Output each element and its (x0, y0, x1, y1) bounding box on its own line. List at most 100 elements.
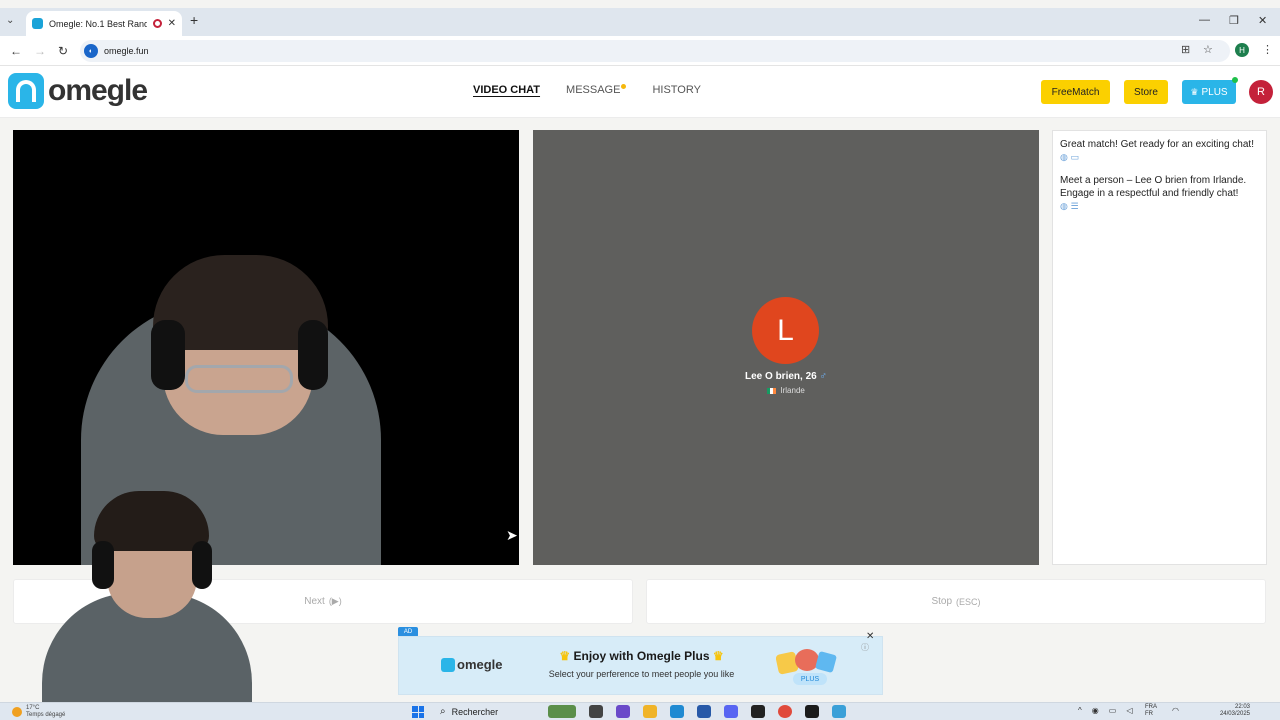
tab-search-icon[interactable]: ⌄ (6, 15, 14, 26)
forward-icon[interactable]: → (34, 44, 46, 58)
site-header: omegle VIDEO CHAT MESSAGE HISTORY FreeMa… (0, 66, 1280, 118)
tray-app-icon[interactable]: ◉ (1092, 706, 1099, 715)
globe-icon: ◍ (1060, 201, 1068, 211)
ad-illustration: PLUS (775, 649, 841, 685)
main-nav: VIDEO CHAT MESSAGE HISTORY (473, 84, 701, 96)
restore-icon[interactable]: ❐ (1229, 14, 1239, 27)
app-icon[interactable] (832, 705, 846, 718)
address-bar-row: ← → ↻ ◐ omegle.fun ⊞ ☆ H ⋮ (0, 36, 1280, 66)
store-button[interactable]: Store (1124, 80, 1168, 104)
remote-name-age: Lee O brien, 26 (745, 371, 817, 382)
minimize-icon[interactable]: — (1199, 14, 1210, 26)
task-view-icon[interactable] (589, 705, 603, 718)
headphone-left (151, 320, 185, 390)
url-text: omegle.fun (104, 46, 149, 56)
clock-date: 24/03/2025 (1219, 711, 1250, 717)
glasses (185, 365, 293, 393)
nav-video-chat[interactable]: VIDEO CHAT (473, 84, 540, 96)
webcam-overlay (32, 483, 262, 705)
remote-avatar: L (752, 297, 819, 364)
store-app-icon[interactable] (697, 705, 711, 718)
chat-message: Great match! Get ready for an exciting c… (1060, 138, 1259, 164)
message-notification-dot (621, 84, 627, 89)
browser-menu-icon[interactable]: ⋮ (1262, 43, 1273, 56)
close-window-icon[interactable]: ✕ (1258, 14, 1267, 27)
chat-message-text: Meet a person – Lee O brien from Irlande… (1060, 175, 1247, 199)
omegle-logo[interactable]: omegle (8, 73, 148, 109)
taskbar-clock[interactable]: 22:03 24/03/2025 (1210, 704, 1250, 718)
chrome-icon[interactable] (778, 705, 792, 718)
freematch-button[interactable]: FreeMatch (1041, 80, 1110, 104)
crown-icon: ♛ (559, 649, 571, 663)
bookmark-star-icon[interactable]: ☆ (1203, 43, 1213, 56)
taskbar-search-label: Rechercher (451, 706, 499, 717)
webcam-headphone-right (192, 541, 212, 589)
browser-tab[interactable]: Omegle: No.1 Best Random ✕ (26, 11, 182, 36)
next-label: Next (304, 596, 325, 607)
ad-banner[interactable]: omegle ♛ Enjoy with Omegle Plus ♛ Select… (398, 636, 883, 695)
lang-top: FRA (1145, 704, 1157, 710)
omegle-favicon-icon (32, 18, 43, 29)
volume-icon[interactable]: ◁ (1126, 706, 1132, 715)
globe-icon: ◍ (1060, 152, 1068, 162)
user-avatar[interactable]: R (1249, 80, 1273, 104)
browser-profile-icon[interactable]: H (1235, 43, 1249, 57)
webcam-person-hair (94, 491, 209, 551)
nav-message-item[interactable]: MESSAGE (566, 84, 627, 96)
tray-chevron-icon[interactable]: ^ (1078, 706, 1082, 715)
weather-widget[interactable]: 17°C Temps dégagé (12, 705, 65, 719)
ad-plus-tag: PLUS (793, 673, 827, 685)
ad-title: Enjoy with Omegle Plus (573, 649, 710, 663)
search-icon: ⌕ (440, 706, 446, 717)
stop-label: Stop (931, 596, 953, 607)
tab-title: Omegle: No.1 Best Random (49, 18, 147, 29)
logo-text: omegle (48, 74, 148, 107)
terminal-icon[interactable] (805, 705, 819, 718)
file-explorer-icon[interactable] (643, 705, 657, 718)
recording-icon (152, 19, 162, 28)
remote-country-line: Irlande (533, 386, 1039, 395)
webcam-headphone-left (92, 541, 114, 589)
teams-icon[interactable] (616, 705, 630, 718)
start-button[interactable] (412, 706, 424, 718)
language-indicator[interactable]: FRA FR (1145, 704, 1157, 718)
obs-icon[interactable] (751, 705, 765, 718)
stop-button[interactable]: Stop (ESC) (646, 579, 1266, 624)
taskbar-apps (548, 705, 846, 718)
translate-icon[interactable]: ⊞ (1181, 43, 1190, 56)
clock-time: 22:03 (1234, 704, 1250, 710)
edge-icon[interactable] (670, 705, 684, 718)
mouse-cursor-icon: ➤ (506, 527, 518, 543)
male-gender-icon: ♂ (819, 371, 827, 382)
browser-tab-strip: ⌄ Omegle: No.1 Best Random ✕ + — ❐ ✕ (0, 8, 1280, 36)
battery-icon[interactable]: ▭ (1109, 706, 1117, 715)
ad-info-icon[interactable]: ⓘ (861, 642, 869, 653)
url-field[interactable]: ◐ omegle.fun (80, 40, 1230, 62)
crown-icon: ♛ (712, 649, 724, 663)
system-tray: ^ ◉ ▭ ◁ (1078, 706, 1132, 715)
plus-label: PLUS (1201, 86, 1228, 98)
speech-bubble-icon: ▭ (1070, 152, 1080, 162)
headphone-right (298, 320, 328, 390)
windows-taskbar: 17°C Temps dégagé ⌕ Rechercher ^ ◉ ▭ ◁ F… (0, 702, 1280, 720)
crown-icon: ♛ (1190, 86, 1199, 97)
new-tab-button[interactable]: + (190, 12, 198, 28)
chat-panel: Great match! Get ready for an exciting c… (1052, 130, 1267, 565)
back-icon[interactable]: ← (10, 44, 22, 58)
stop-hint: (ESC) (956, 596, 981, 607)
plus-button[interactable]: ♛ PLUS (1182, 77, 1238, 104)
discord-icon[interactable] (724, 705, 738, 718)
site-info-icon[interactable]: ◐ (84, 44, 98, 58)
taskbar-search[interactable]: ⌕ Rechercher (440, 704, 498, 719)
nav-history[interactable]: HISTORY (652, 84, 701, 96)
weather-temp: 17°C (26, 705, 40, 711)
remote-country: Irlande (780, 386, 805, 395)
widgets-icon[interactable] (548, 705, 576, 718)
close-tab-icon[interactable]: ✕ (168, 18, 176, 29)
reload-icon[interactable]: ↻ (58, 44, 68, 58)
wifi-icon[interactable]: ◠ (1172, 706, 1179, 715)
ad-close-icon[interactable]: ✕ (866, 631, 874, 642)
weather-desc: Temps dégagé (26, 712, 66, 718)
remote-name-line: Lee O brien, 26 ♂ (533, 371, 1039, 382)
chat-message-text: Great match! Get ready for an exciting c… (1060, 139, 1254, 150)
